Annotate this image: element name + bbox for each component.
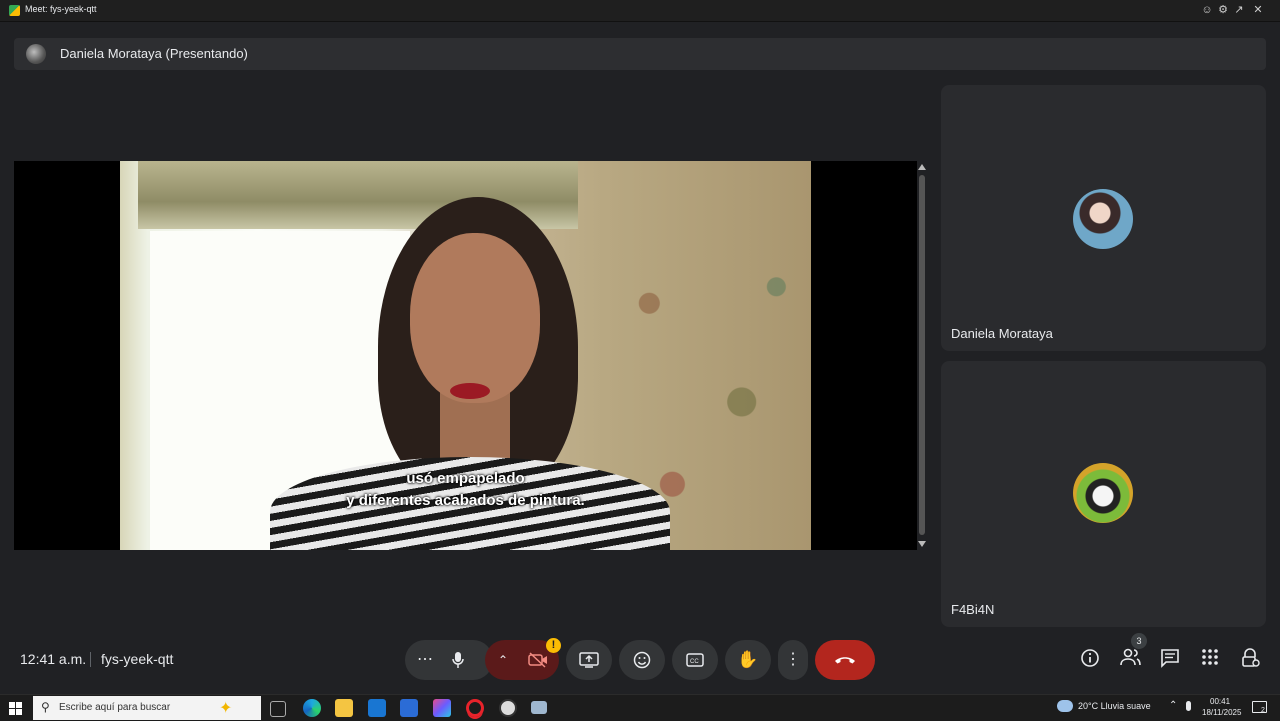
participant-avatar — [1073, 189, 1133, 249]
meeting-info-icon[interactable] — [1078, 648, 1102, 672]
chat-icon[interactable] — [1158, 648, 1182, 672]
raise-hand-icon: ✋ — [737, 650, 759, 669]
host-controls-icon[interactable] — [1238, 648, 1262, 672]
weather-icon — [1057, 700, 1073, 712]
open-external-icon[interactable]: ↗ — [1231, 2, 1247, 18]
remote-app-icon[interactable] — [531, 701, 547, 714]
presenter-avatar — [26, 44, 46, 64]
search-icon: ⚲ — [41, 700, 50, 714]
sparkle-icon: ✦ — [219, 700, 233, 717]
store-icon[interactable] — [400, 699, 418, 717]
stage-scrollbar[interactable] — [917, 161, 927, 550]
weather-text[interactable]: 20°C Lluvia suave — [1078, 701, 1151, 711]
participant-name: Daniela Morataya — [951, 326, 1053, 341]
more-vertical-icon: ⋮ — [785, 651, 801, 668]
tray-chevron-up-icon[interactable]: ⌃ — [1169, 700, 1177, 711]
presenter-label: Daniela Morataya (Presentando) — [60, 46, 248, 61]
participant-tile[interactable]: F4Bi4N — [941, 361, 1266, 627]
people-count-badge: 3 — [1131, 633, 1147, 649]
caption-line-1: usó empapelado — [406, 470, 525, 487]
clock-time[interactable]: 00:41 — [1210, 697, 1230, 706]
settings-icon[interactable]: ⚙ — [1215, 2, 1231, 18]
present-screen-icon — [579, 652, 599, 668]
caption-line-2: y diferentes acabados de pintura. — [346, 492, 585, 509]
video-person-lips — [450, 383, 490, 399]
end-call-button[interactable] — [815, 640, 875, 680]
meeting-code: fys-yeek-qtt — [101, 651, 174, 667]
svg-text:CC: CC — [690, 659, 699, 665]
taskbar-search-box[interactable]: ⚲ Escribe aquí para buscar ✦ — [33, 696, 261, 720]
more-audio-options-icon[interactable]: ⋯ — [417, 640, 433, 680]
scroll-thumb[interactable] — [919, 175, 925, 535]
raise-hand-button[interactable]: ✋ — [725, 640, 771, 680]
smiley-icon[interactable]: ☺ — [1199, 2, 1215, 18]
close-window-icon[interactable]: ✕ — [1250, 2, 1266, 18]
taskbar: ⚲ Escribe aquí para buscar ✦ 20°C Lluvia… — [0, 694, 1280, 721]
clock-date[interactable]: 18/11/2025 — [1202, 708, 1241, 717]
video-person-face — [410, 233, 540, 403]
chevron-up-icon[interactable]: ⌃ — [498, 640, 508, 680]
windows-start-icon[interactable] — [9, 702, 22, 715]
more-options-button[interactable]: ⋮ — [778, 640, 808, 680]
scroll-up-icon[interactable] — [918, 164, 926, 170]
presenter-bar: Daniela Morataya (Presentando) — [14, 38, 1266, 70]
scroll-down-icon[interactable] — [918, 541, 926, 547]
edge-browser-icon[interactable] — [303, 699, 321, 717]
reactions-button[interactable] — [619, 640, 665, 680]
window-title: Meet: fys-yeek-qtt — [25, 4, 97, 14]
camera-warning-badge: ! — [546, 638, 561, 653]
people-icon[interactable] — [1118, 648, 1142, 672]
window-titlebar: Meet: fys-yeek-qtt ☺ ⚙ ↗ ✕ — [0, 0, 1280, 22]
hang-up-icon — [835, 657, 855, 664]
notification-count: 2 — [1261, 707, 1265, 714]
participant-tile[interactable]: Daniela Morataya — [941, 85, 1266, 351]
emoji-icon — [633, 651, 651, 669]
camera-off-icon[interactable] — [528, 640, 548, 680]
copilot-icon[interactable] — [433, 699, 451, 717]
divider — [90, 652, 91, 667]
file-explorer-icon[interactable] — [335, 699, 353, 717]
activities-icon[interactable] — [1198, 648, 1222, 672]
presentation-stage: usó empapelado y diferentes acabados de … — [14, 161, 917, 550]
present-screen-button[interactable] — [566, 640, 612, 680]
shared-video: usó empapelado y diferentes acabados de … — [120, 161, 811, 550]
participant-avatar — [1073, 463, 1133, 523]
taskbar-search-placeholder: Escribe aquí para buscar — [59, 702, 171, 713]
meeting-time: 12:41 a.m. — [20, 651, 87, 667]
obs-icon[interactable] — [499, 699, 517, 717]
audio-control-group: ⋯ — [405, 640, 493, 680]
microphone-icon[interactable] — [451, 640, 465, 680]
task-view-icon[interactable] — [270, 701, 286, 717]
participant-name: F4Bi4N — [951, 602, 995, 617]
meet-app-icon — [9, 5, 20, 16]
closed-captions-icon: CC — [686, 653, 704, 667]
outlook-icon[interactable] — [368, 699, 386, 717]
mic-tray-icon[interactable] — [1186, 701, 1191, 711]
captions-button[interactable]: CC — [672, 640, 718, 680]
opera-browser-icon[interactable] — [466, 699, 484, 717]
